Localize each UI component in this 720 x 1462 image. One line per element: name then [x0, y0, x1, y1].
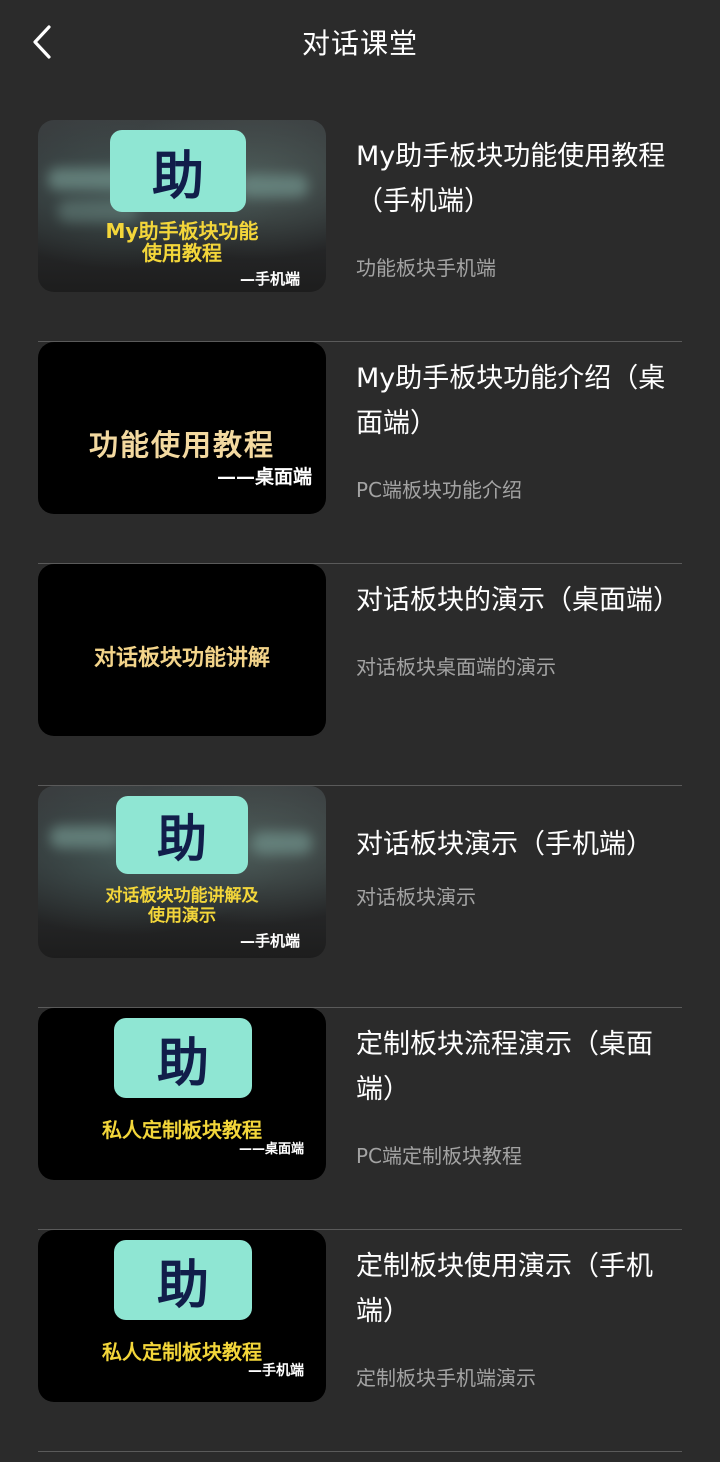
- course-thumbnail: 助 私人定制板块教程 —手机端: [38, 1230, 326, 1402]
- logo-text: 助: [156, 1033, 209, 1094]
- course-description: 定制板块手机端演示: [356, 1366, 536, 1390]
- course-info: 定制板块流程演示（桌面端） PC端定制板块教程: [356, 1008, 682, 1230]
- course-thumbnail: 对话板块功能讲解: [38, 564, 326, 736]
- app-logo: 助: [116, 796, 248, 874]
- thumbnail-subcaption: —手机端: [239, 932, 300, 950]
- course-thumbnail: 功能使用教程 ——桌面端: [38, 342, 326, 514]
- thumbnail-subcaption: ——桌面端: [216, 466, 312, 488]
- thumbnail-subcaption: —手机端: [239, 270, 300, 288]
- app-logo: 助: [114, 1018, 252, 1098]
- back-button[interactable]: [24, 22, 60, 62]
- thumbnail-caption: 对话板块功能讲解: [93, 645, 270, 671]
- course-item[interactable]: 助 对话板块功能讲解及 使用演示 —手机端 对话板块演示（手机端） 对话板块演示: [38, 786, 682, 1008]
- course-description: PC端板块功能介绍: [356, 478, 523, 502]
- course-description: 对话板块演示: [356, 885, 476, 909]
- course-title: 对话板块的演示（桌面端）: [356, 585, 680, 616]
- course-thumbnail: 助 私人定制板块教程 ——桌面端: [38, 1008, 326, 1180]
- course-title: 定制板块流程演示（桌面端）: [356, 1029, 653, 1105]
- thumbnail-caption: 功能使用教程: [88, 428, 275, 462]
- course-title: 对话板块演示（手机端）: [356, 829, 653, 860]
- course-description: 对话板块桌面端的演示: [356, 655, 556, 679]
- logo-text: 助: [151, 146, 204, 207]
- course-item[interactable]: 助 私人定制板块教程 ——桌面端 定制板块流程演示（桌面端） PC端定制板块教程: [38, 1008, 682, 1230]
- course-list: 助 My助手板块功能 使用教程 —手机端 My助手板块功能使用教程（手机端） 功…: [38, 120, 682, 1452]
- course-item[interactable]: 功能使用教程 ——桌面端 My助手板块功能介绍（桌面端） PC端板块功能介绍: [38, 342, 682, 564]
- course-title: My助手板块功能介绍（桌面端）: [356, 363, 666, 439]
- course-info: 对话板块的演示（桌面端） 对话板块桌面端的演示: [356, 564, 682, 786]
- course-description: PC端定制板块教程: [356, 1144, 523, 1168]
- course-title: My助手板块功能使用教程（手机端）: [356, 141, 666, 217]
- course-item[interactable]: 对话板块功能讲解 对话板块的演示（桌面端） 对话板块桌面端的演示: [38, 564, 682, 786]
- course-item[interactable]: 助 私人定制板块教程 —手机端 定制板块使用演示（手机端） 定制板块手机端演示: [38, 1230, 682, 1452]
- chevron-left-icon: [33, 25, 51, 59]
- course-thumbnail: 助 My助手板块功能 使用教程 —手机端: [38, 120, 326, 292]
- app-logo: 助: [114, 1240, 252, 1320]
- course-thumbnail: 助 对话板块功能讲解及 使用演示 —手机端: [38, 786, 326, 958]
- course-info: My助手板块功能介绍（桌面端） PC端板块功能介绍: [356, 342, 682, 564]
- course-title: 定制板块使用演示（手机端）: [356, 1251, 653, 1327]
- logo-text: 助: [156, 1255, 209, 1316]
- thumbnail-subcaption: —手机端: [248, 1363, 304, 1379]
- course-info: 对话板块演示（手机端） 对话板块演示: [356, 786, 682, 1008]
- course-info: 定制板块使用演示（手机端） 定制板块手机端演示: [356, 1230, 682, 1452]
- thumbnail-caption: 对话板块功能讲解及 使用演示: [105, 886, 259, 926]
- top-bar: 对话课堂: [0, 0, 720, 84]
- app-logo: 助: [110, 130, 246, 212]
- course-info: My助手板块功能使用教程（手机端） 功能板块手机端: [356, 120, 682, 342]
- course-description: 功能板块手机端: [356, 256, 496, 280]
- thumbnail-caption: My助手板块功能 使用教程: [105, 219, 259, 265]
- logo-text: 助: [157, 810, 207, 868]
- thumbnail-subcaption: ——桌面端: [238, 1142, 304, 1157]
- page-title: 对话课堂: [301, 27, 418, 60]
- course-item[interactable]: 助 My助手板块功能 使用教程 —手机端 My助手板块功能使用教程（手机端） 功…: [38, 120, 682, 342]
